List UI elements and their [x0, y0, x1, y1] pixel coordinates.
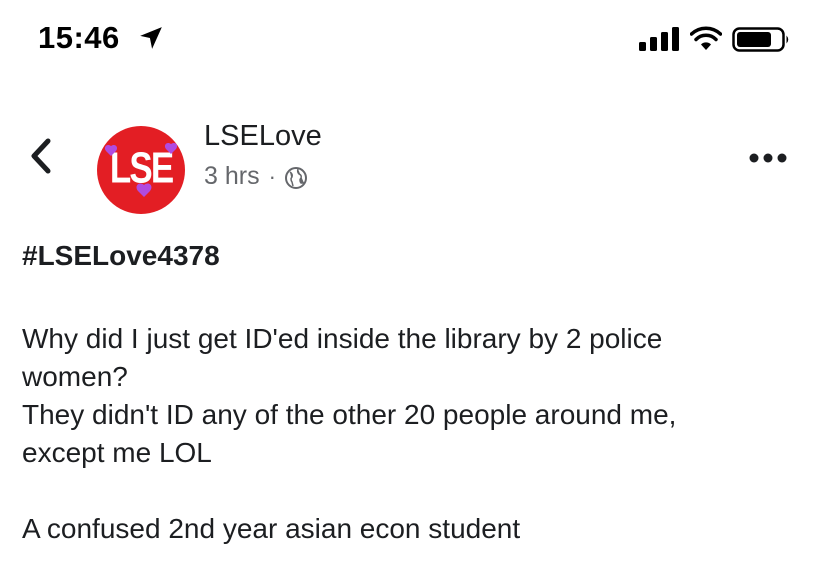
status-bar: 15:46: [0, 0, 818, 70]
more-options-button[interactable]: [748, 146, 788, 170]
post-signature: A confused 2nd year asian econ student: [22, 513, 521, 544]
globe-icon: [284, 166, 307, 189]
post-text-line: except me LOL: [22, 437, 212, 468]
post-timestamp[interactable]: 3 hrs: [204, 162, 260, 191]
wifi-icon: [690, 26, 722, 50]
location-arrow-icon: [140, 27, 162, 49]
cellular-signal-icon: [639, 27, 679, 51]
status-time: 15:46: [38, 20, 120, 55]
post-text-line: Why did I just get ID'ed inside the libr…: [22, 323, 663, 354]
page-name[interactable]: LSELove: [204, 120, 322, 153]
back-button[interactable]: [22, 133, 62, 179]
post-text-line: They didn't ID any of the other 20 peopl…: [22, 399, 677, 430]
post-text-line: women?: [22, 361, 128, 392]
battery-icon: [732, 27, 789, 52]
post-meta: 3 hrs ·: [204, 162, 308, 191]
meta-separator: ·: [268, 163, 276, 189]
post-body: #LSELove4378 Why did I just get ID'ed in…: [22, 236, 802, 548]
post-hashtag[interactable]: #LSELove4378: [22, 236, 802, 276]
avatar[interactable]: LSE: [96, 125, 186, 215]
